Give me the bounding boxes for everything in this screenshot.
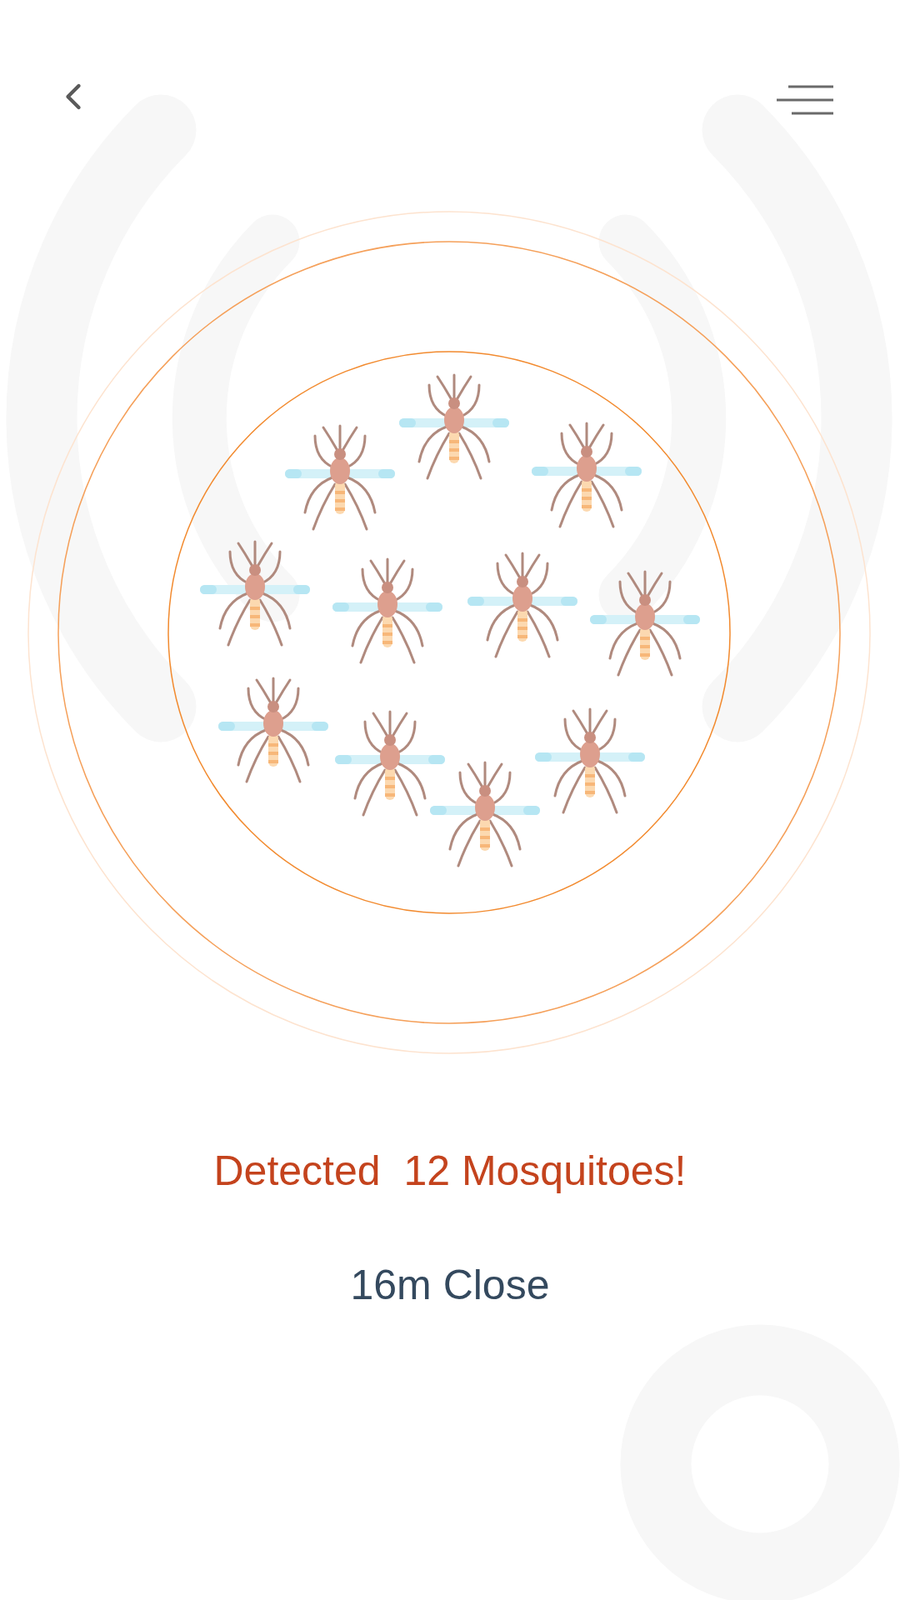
- mosquito-icon: [531, 423, 642, 527]
- mosquito-icon: [535, 709, 645, 813]
- detection-title: Detected 12 Mosquitoes!: [0, 1145, 900, 1196]
- menu-icon: [775, 81, 835, 119]
- menu-button[interactable]: [775, 81, 835, 119]
- mosquito-icon: [335, 711, 445, 815]
- middle-ring: [58, 241, 840, 1024]
- distance-label: 16m Close: [0, 1260, 900, 1310]
- mosquito-icon: [200, 541, 310, 645]
- mosquito-icon: [218, 678, 329, 782]
- inner-ring: [168, 351, 730, 914]
- mosquito-icon: [467, 553, 578, 657]
- radar-display: [0, 207, 900, 1058]
- mosquito-icon: [430, 762, 540, 866]
- mosquito-icon: [332, 559, 443, 663]
- mosquito-icon: [285, 425, 395, 530]
- top-bar: [0, 0, 900, 208]
- background-watermark: [0, 0, 900, 1600]
- mosquito-icon: [590, 571, 700, 675]
- chevron-left-icon: [51, 75, 95, 119]
- mosquito-icon: [399, 375, 510, 479]
- detection-screen: Detected 12 Mosquitoes! 16m Close: [0, 0, 900, 1600]
- outer-ring: [28, 211, 870, 1054]
- back-button[interactable]: [51, 75, 95, 119]
